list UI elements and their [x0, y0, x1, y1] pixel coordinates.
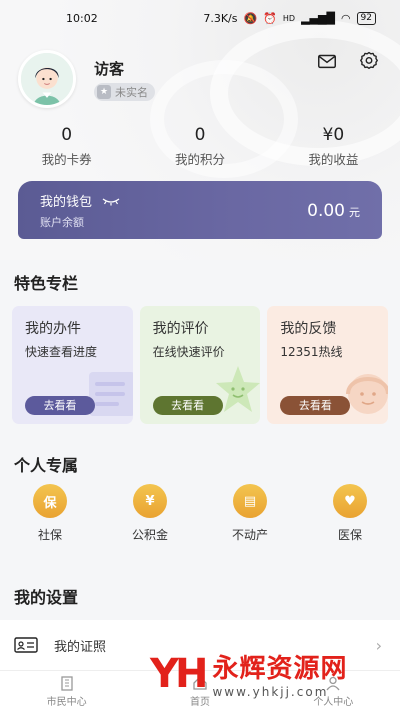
stat-coupons[interactable]: 0 我的卡券 — [0, 125, 133, 168]
watermark-text: 永辉资源网 — [212, 654, 348, 684]
verify-status-label: 未实名 — [115, 85, 148, 99]
card-go-button[interactable]: 去看看 — [152, 396, 223, 415]
nav-citizen-center[interactable]: 市民中心 — [0, 671, 133, 711]
signal-icon: ▂▄▆█ — [301, 11, 335, 25]
stat-value: ¥0 — [322, 125, 345, 145]
id-card-icon — [14, 637, 38, 653]
card-my-reviews[interactable]: 我的评价 在线快速评价 去看看 — [139, 306, 261, 424]
building-nav-icon — [61, 675, 73, 691]
status-time: 10:02 — [66, 11, 98, 25]
network-speed: 7.3K/s — [203, 11, 238, 25]
watermark-url: www.yhkjj.com — [212, 685, 329, 699]
settings-section-title: 我的设置 — [14, 588, 79, 607]
status-indicators: 7.3K/s 🔕 ⏰ HD ▂▄▆█ ◠ 92 — [203, 11, 376, 25]
avatar[interactable] — [18, 50, 76, 108]
stat-label: 我的收益 — [308, 152, 359, 167]
house-yuan-icon: ¥ — [133, 484, 167, 518]
stat-label: 我的积分 — [174, 152, 225, 167]
alarm-icon: ⏰ — [263, 11, 277, 25]
verify-status-badge[interactable]: ★ 未实名 — [94, 82, 155, 101]
mail-icon[interactable] — [316, 50, 338, 76]
card-title: 我的办件 — [25, 321, 81, 337]
chevron-right-icon: › — [375, 635, 382, 655]
service-label: 不动产 — [231, 528, 268, 542]
card-my-applications[interactable]: 我的办件 快速查看进度 去看看 — [12, 306, 133, 424]
wallet-card[interactable]: 我的钱包 账户余额 0.00 元 — [18, 181, 382, 239]
settings-gear-icon[interactable] — [358, 50, 380, 76]
card-go-button[interactable]: 去看看 — [280, 396, 351, 415]
wallet-balance: 0.00 元 — [307, 201, 360, 221]
header-actions — [316, 50, 380, 76]
hd-icon: HD — [282, 13, 296, 23]
building-icon: ▤ — [233, 484, 267, 518]
watermark-logo: YH — [150, 650, 208, 697]
personal-section-title: 个人专属 — [14, 456, 79, 475]
service-label: 公积金 — [131, 528, 168, 542]
wallet-title: 我的钱包 — [40, 195, 93, 210]
service-housing-fund[interactable]: ¥ 公积金 — [100, 484, 200, 543]
username: 访客 — [94, 59, 125, 78]
wifi-icon: ◠ — [340, 11, 351, 25]
settings-item-label: 我的证照 — [54, 639, 107, 655]
hide-balance-eye-icon[interactable] — [102, 196, 120, 206]
avatar-illustration — [21, 53, 73, 105]
personal-services: 保 社保 ¥ 公积金 ▤ 不动产 ♥ 医保 — [0, 484, 400, 543]
shield-icon: 保 — [33, 484, 67, 518]
stat-earnings[interactable]: ¥0 我的收益 — [267, 125, 400, 168]
stat-points[interactable]: 0 我的积分 — [133, 125, 266, 168]
card-subtitle: 12351热线 — [280, 345, 343, 359]
star-shield-icon: ★ — [97, 84, 111, 99]
service-label: 社保 — [37, 528, 62, 542]
service-social-security[interactable]: 保 社保 — [0, 484, 100, 543]
mute-icon: 🔕 — [243, 11, 258, 25]
card-title: 我的反馈 — [280, 321, 337, 337]
watermark: YH 永辉资源网 www.yhkjj.com — [150, 648, 348, 700]
stat-value: 0 — [194, 125, 206, 145]
battery-icon: 92 — [356, 11, 376, 25]
stat-label: 我的卡券 — [41, 152, 92, 167]
wallet-unit: 元 — [349, 206, 360, 219]
card-subtitle: 在线快速评价 — [152, 345, 225, 359]
service-label: 医保 — [337, 528, 362, 542]
featured-section-title: 特色专栏 — [14, 274, 79, 293]
featured-cards: 我的办件 快速查看进度 去看看 我的评价 在线快速评价 去看看 我的反馈 123… — [12, 306, 389, 424]
stat-value: 0 — [61, 125, 73, 145]
service-medical-insurance[interactable]: ♥ 医保 — [300, 484, 400, 543]
card-subtitle: 快速查看进度 — [25, 345, 98, 359]
status-bar: 10:02 7.3K/s 🔕 ⏰ HD ▂▄▆█ ◠ 92 — [0, 0, 400, 36]
card-go-button[interactable]: 去看看 — [25, 396, 95, 415]
wallet-amount: 0.00 — [307, 201, 345, 221]
card-my-feedback[interactable]: 我的反馈 12351热线 去看看 — [267, 306, 389, 424]
service-real-estate[interactable]: ▤ 不动产 — [200, 484, 300, 543]
nav-label: 市民中心 — [46, 696, 87, 708]
card-title: 我的评价 — [152, 321, 209, 337]
medical-person-icon: ♥ — [333, 484, 367, 518]
user-profile[interactable]: 访客 ★ 未实名 — [18, 50, 155, 108]
stats-row: 0 我的卡券 0 我的积分 ¥0 我的收益 — [0, 125, 400, 168]
